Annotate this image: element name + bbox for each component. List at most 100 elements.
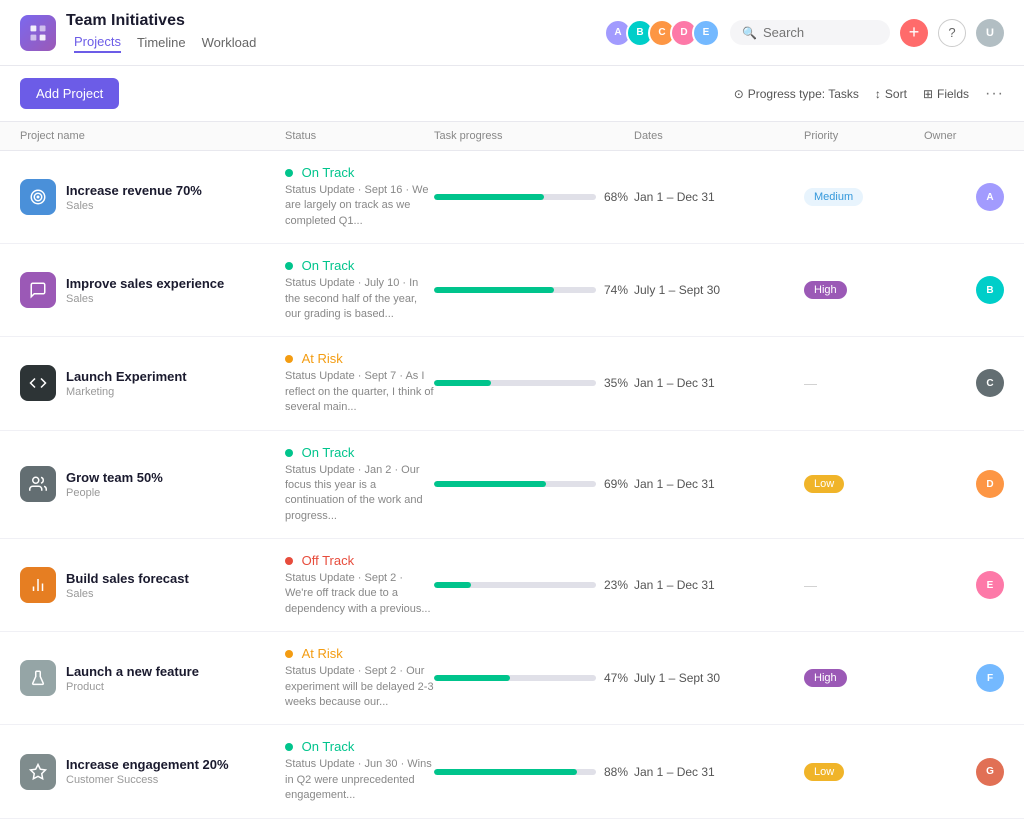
progress-bar-fill <box>434 675 510 681</box>
progress-cell: 35% <box>434 376 634 390</box>
tab-workload[interactable]: Workload <box>202 33 257 52</box>
table-row[interactable]: Launch a new feature Product At Risk Sta… <box>0 632 1024 725</box>
search-bar[interactable]: 🔍 <box>730 20 890 45</box>
table-row[interactable]: Grow team 50% People On Track Status Upd… <box>0 431 1024 540</box>
progress-bar-bg <box>434 380 596 386</box>
status-label: At Risk <box>302 351 343 366</box>
progress-bar-bg <box>434 582 596 588</box>
project-dept: Sales <box>66 588 189 600</box>
progress-bar-bg <box>434 675 596 681</box>
status-label: On Track <box>302 445 355 460</box>
project-icon <box>20 567 56 603</box>
sort-button[interactable]: ↕ Sort <box>875 87 907 101</box>
progress-type-label: Progress type: Tasks <box>748 87 859 101</box>
progress-type-button[interactable]: ⊙ Progress type: Tasks <box>734 87 859 101</box>
progress-cell: 47% <box>434 671 634 685</box>
add-button[interactable]: + <box>900 19 928 47</box>
table-row[interactable]: Build sales forecast Sales Off Track Sta… <box>0 539 1024 632</box>
owner-avatar: D <box>976 470 1004 498</box>
top-bar: Team Initiatives Projects Timeline Workl… <box>0 0 1024 66</box>
project-name-cell: Increase engagement 20% Customer Success <box>20 740 285 804</box>
col-priority: Priority <box>804 130 924 142</box>
project-name-cell: Grow team 50% People <box>20 452 285 516</box>
project-icon <box>20 466 56 502</box>
project-name-info: Increase revenue 70% Sales <box>66 183 202 212</box>
priority-cell: High <box>804 281 924 299</box>
tab-projects[interactable]: Projects <box>74 32 121 53</box>
dates-cell: July 1 – Sept 30 <box>634 671 804 685</box>
toolbar-right: ⊙ Progress type: Tasks ↕ Sort ⊞ Fields ·… <box>734 85 1004 103</box>
priority-badge: Low <box>804 475 844 493</box>
col-dates: Dates <box>634 130 804 142</box>
status-header: At Risk <box>285 351 434 366</box>
table-row[interactable]: Improve sales experience Sales On Track … <box>0 244 1024 337</box>
search-input[interactable] <box>763 25 878 40</box>
progress-bar-fill <box>434 287 554 293</box>
status-cell: On Track Status Update · Jun 30 · Wins i… <box>285 725 434 817</box>
tab-timeline[interactable]: Timeline <box>137 33 186 52</box>
project-name-info: Improve sales experience Sales <box>66 276 224 305</box>
owner-avatar: F <box>976 664 1004 692</box>
priority-badge: Medium <box>804 188 863 206</box>
progress-cell: 23% <box>434 578 634 592</box>
status-cell: At Risk Status Update · Sept 7 · As I re… <box>285 337 434 429</box>
project-dept: Marketing <box>66 386 187 398</box>
fields-label: Fields <box>937 87 969 101</box>
status-cell: On Track Status Update · Sept 16 · We ar… <box>285 151 434 243</box>
status-update: Status Update · Sept 2 · We're off track… <box>285 571 434 617</box>
app-title: Team Initiatives <box>66 12 256 30</box>
dates-cell: Jan 1 – Dec 31 <box>634 190 804 204</box>
priority-cell: — <box>804 376 924 391</box>
project-name-cell: Build sales forecast Sales <box>20 553 285 617</box>
add-project-button[interactable]: Add Project <box>20 78 119 109</box>
project-icon <box>20 179 56 215</box>
status-header: On Track <box>285 739 434 754</box>
priority-cell: Low <box>804 763 924 781</box>
status-header: At Risk <box>285 646 434 661</box>
fields-button[interactable]: ⊞ Fields <box>923 87 969 101</box>
status-cell: On Track Status Update · Jan 2 · Our foc… <box>285 431 434 539</box>
owner-avatar: C <box>976 369 1004 397</box>
project-name: Grow team 50% <box>66 470 163 485</box>
owner-cell: F <box>924 664 1004 692</box>
table-row[interactable]: Increase revenue 70% Sales On Track Stat… <box>0 151 1024 244</box>
progress-bar-fill <box>434 582 471 588</box>
search-icon: 🔍 <box>742 26 757 40</box>
nav-tabs: Projects Timeline Workload <box>74 32 256 53</box>
more-options-button[interactable]: ··· <box>985 85 1004 103</box>
progress-bar-fill <box>434 380 491 386</box>
table-row[interactable]: Launch Experiment Marketing At Risk Stat… <box>0 337 1024 430</box>
status-update: Status Update · July 10 · In the second … <box>285 276 434 322</box>
priority-cell: Low <box>804 475 924 493</box>
project-name: Improve sales experience <box>66 276 224 291</box>
owner-avatar: B <box>976 276 1004 304</box>
dates-cell: Jan 1 – Dec 31 <box>634 765 804 779</box>
project-icon <box>20 365 56 401</box>
status-update: Status Update · Sept 16 · We are largely… <box>285 183 434 229</box>
project-name-info: Grow team 50% People <box>66 470 163 499</box>
table-row[interactable]: Increase engagement 20% Customer Success… <box>0 725 1024 818</box>
project-name-cell: Launch Experiment Marketing <box>20 351 285 415</box>
priority-badge: High <box>804 281 847 299</box>
owner-cell: A <box>924 183 1004 211</box>
owner-cell: D <box>924 470 1004 498</box>
status-header: On Track <box>285 445 434 460</box>
help-button[interactable]: ? <box>938 19 966 47</box>
col-task-progress: Task progress <box>434 130 634 142</box>
status-label: At Risk <box>302 646 343 661</box>
status-header: On Track <box>285 165 434 180</box>
project-dept: Sales <box>66 293 224 305</box>
project-dept: Customer Success <box>66 774 229 786</box>
team-avatars: A B C D E <box>604 19 720 47</box>
dates-cell: July 1 – Sept 30 <box>634 283 804 297</box>
sort-label: Sort <box>885 87 907 101</box>
status-dot <box>285 743 293 751</box>
project-name-cell: Improve sales experience Sales <box>20 258 285 322</box>
owner-avatar: E <box>976 571 1004 599</box>
status-dot <box>285 262 293 270</box>
project-icon <box>20 272 56 308</box>
owner-avatar: G <box>976 758 1004 786</box>
dates-cell: Jan 1 – Dec 31 <box>634 477 804 491</box>
priority-badge: Low <box>804 763 844 781</box>
priority-badge: High <box>804 669 847 687</box>
